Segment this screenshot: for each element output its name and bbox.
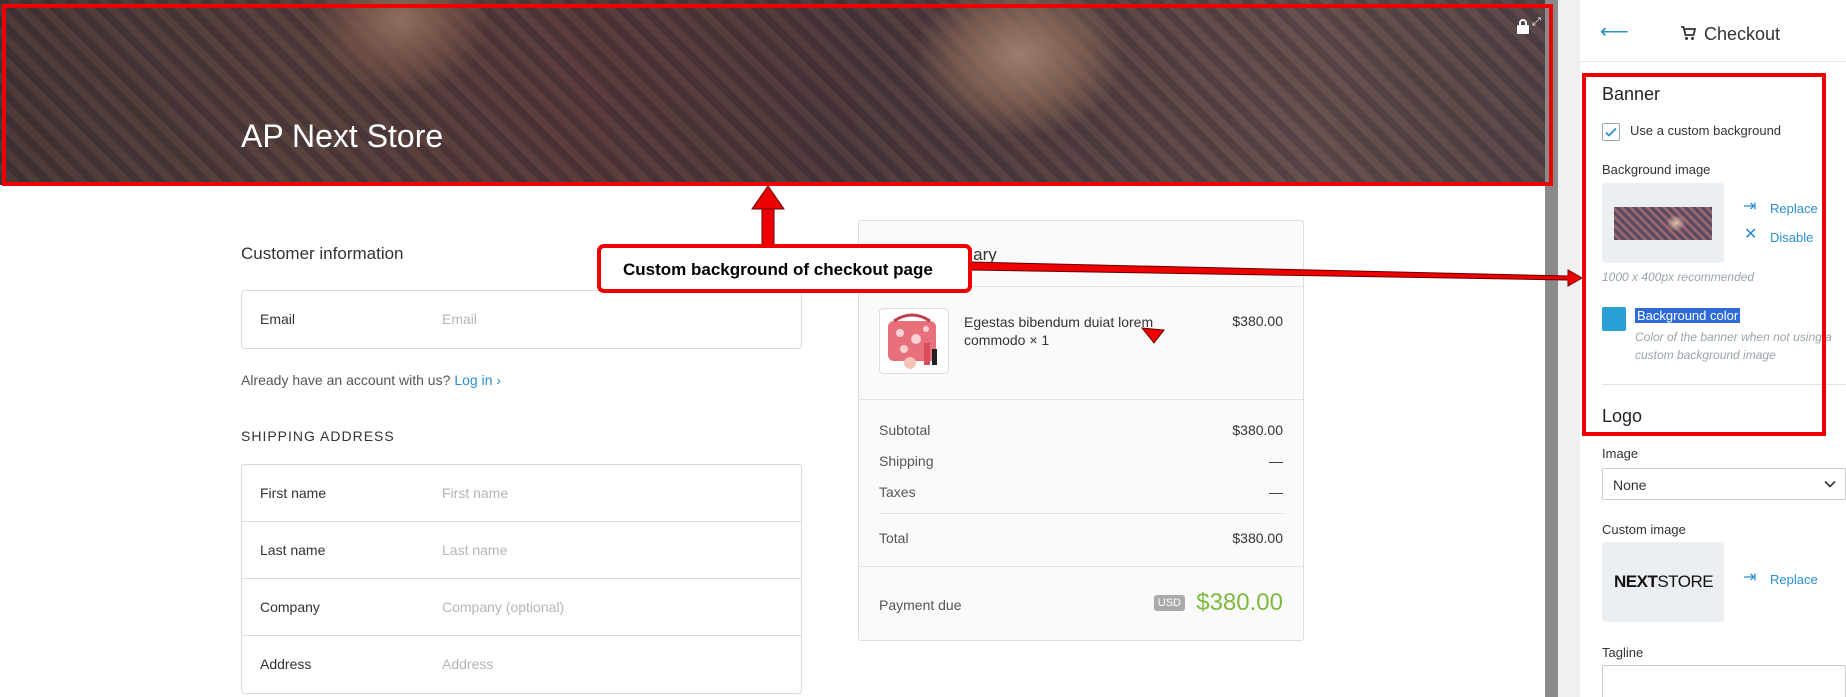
email-label: Email [260, 311, 296, 327]
logo-image-select[interactable]: None [1602, 468, 1846, 500]
summary-divider [859, 399, 1303, 400]
panel-header: ⟵ Checkout [1580, 0, 1846, 62]
expand-icon[interactable]: ⤢ [1532, 16, 1544, 28]
checkmark-icon [1605, 127, 1617, 137]
taxes-label: Taxes [879, 484, 916, 500]
close-icon: ✕ [1744, 226, 1758, 243]
chevron-right-icon: › [496, 372, 502, 388]
payment-divider [859, 566, 1303, 567]
logo-image-select-value: None [1613, 477, 1647, 493]
logo-text-bold: NEXT [1614, 572, 1658, 591]
annotation-text: Custom background of checkout page [623, 260, 933, 279]
last-name-input[interactable] [442, 534, 782, 566]
company-input[interactable] [442, 591, 782, 623]
subtotal-label: Subtotal [879, 422, 931, 438]
panel-title: Checkout [1704, 24, 1781, 44]
product-price: $380.00 [1232, 313, 1283, 329]
tagline-input[interactable] [1602, 665, 1846, 697]
address-input[interactable] [442, 648, 782, 680]
section-divider [1602, 384, 1846, 385]
address-row: Address [242, 636, 801, 693]
taxes-value: — [1269, 484, 1283, 500]
checkout-preview: AP Next Store ⤢ Customer information Ema… [0, 0, 1545, 697]
custom-logo-preview: NEXTSTORE [1602, 542, 1724, 622]
first-name-input[interactable] [442, 477, 782, 509]
background-size-hint: 1000 x 400px recommended [1602, 270, 1755, 284]
background-color-label[interactable]: Background color [1635, 308, 1741, 323]
back-arrow-icon[interactable]: ⟵ [1600, 22, 1629, 42]
address-label: Address [260, 656, 312, 672]
login-prompt: Already have an account with us? Log in › [241, 372, 501, 388]
logo-text-regular: STORE [1657, 572, 1714, 591]
total-divider [879, 513, 1285, 514]
product-name: Egestas bibendum duiat lorem commodo × 1 [964, 314, 1154, 348]
replace-background-link[interactable]: Replace [1770, 201, 1818, 216]
email-row: Email [242, 291, 801, 348]
image-label: Image [1602, 446, 1639, 461]
store-title: AP Next Store [241, 118, 444, 154]
currency-badge: USD [1153, 595, 1185, 611]
disable-background-link[interactable]: Disable [1770, 230, 1813, 245]
logo-heading: Logo [1602, 406, 1643, 426]
annotation-callout: Custom background of checkout page [597, 244, 972, 293]
first-name-row: First name [242, 465, 801, 522]
login-link[interactable]: Log in › [454, 372, 501, 388]
background-color-hint: Color of the banner when not using a cus… [1635, 330, 1832, 362]
total-value: $380.00 [1232, 530, 1283, 546]
shipping-value: — [1269, 453, 1283, 469]
tagline-label: Tagline [1602, 645, 1644, 660]
payment-due-label: Payment due [879, 597, 962, 613]
store-logo: NEXTSTORE [1614, 572, 1714, 592]
login-prompt-text: Already have an account with us? [241, 372, 451, 388]
cosmetic-bag-image [888, 313, 937, 369]
replace-icon: ⇥ [1743, 569, 1757, 586]
shipping-label: Shipping [879, 453, 934, 469]
first-name-label: First name [260, 485, 327, 501]
custom-background-label[interactable]: Use a custom background [1630, 123, 1781, 138]
login-link-label: Log in [454, 372, 493, 388]
total-label: Total [879, 530, 909, 546]
shipping-address-title: SHIPPING ADDRESS [241, 428, 395, 444]
custom-background-checkbox[interactable] [1602, 123, 1620, 141]
background-image-preview [1602, 183, 1724, 263]
checkout-banner: AP Next Store ⤢ [0, 0, 1545, 185]
background-image-thumbnail [1614, 207, 1712, 240]
company-label: Company [260, 599, 320, 615]
email-input[interactable] [442, 303, 782, 335]
product-thumbnail [879, 308, 949, 374]
background-image-label: Background image [1602, 162, 1711, 177]
lock-icon [1517, 19, 1529, 34]
replace-logo-link[interactable]: Replace [1770, 572, 1818, 587]
chevron-down-icon [1824, 480, 1836, 488]
shipping-field-group: First name Last name Company Address [241, 464, 802, 694]
replace-icon: ⇥ [1743, 198, 1757, 215]
panel-separator [1558, 0, 1580, 697]
cart-icon [1681, 26, 1696, 40]
subtotal-value: $380.00 [1232, 422, 1283, 438]
custom-image-label: Custom image [1602, 522, 1686, 537]
company-row: Company [242, 579, 801, 636]
theme-settings-panel: ⟵ Checkout Banner Use a custom backgroun… [1580, 0, 1846, 697]
payment-total: $380.00 [1196, 589, 1283, 616]
background-color-swatch[interactable] [1602, 307, 1626, 331]
banner-heading: Banner [1602, 84, 1661, 104]
last-name-label: Last name [260, 542, 326, 558]
customer-info-title: Customer information [241, 244, 404, 263]
email-field-group: Email [241, 290, 802, 349]
last-name-row: Last name [242, 522, 801, 579]
